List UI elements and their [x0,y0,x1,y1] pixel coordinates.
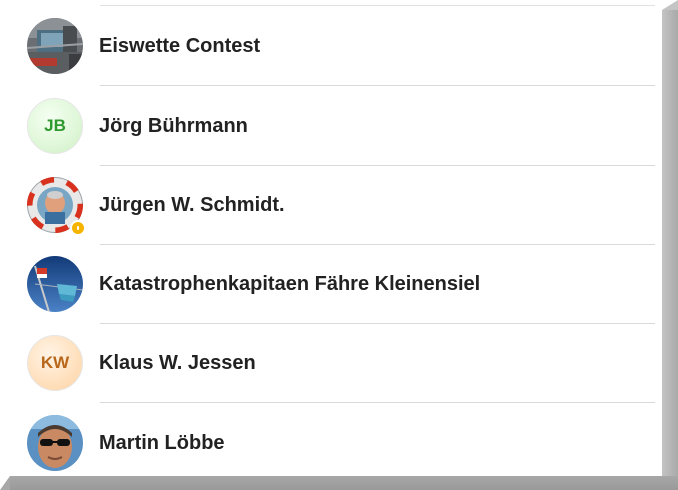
window-shadow-bottom [10,476,678,490]
contact-item[interactable]: KW Klaus W. Jessen [0,323,662,403]
contact-item[interactable]: Martin Löbbe [0,403,662,476]
away-status-icon [70,220,86,236]
contact-name: Jürgen W. Schmidt. [99,194,285,216]
window-shadow-right [662,10,678,490]
contact-item[interactable]: JB Jörg Bührmann [0,86,662,166]
contact-item[interactable]: Eiswette Contest [0,6,662,86]
contact-name: Eiswette Contest [99,35,261,57]
sunglasses-portrait-photo-avatar [27,415,83,471]
contact-name: Klaus W. Jessen [99,352,256,374]
window-shadow-corner [662,0,678,10]
ship-mast-flag-photo-avatar [27,256,83,312]
initials-avatar: JB [27,98,83,154]
contact-item[interactable]: Katastrophenkapitaen Fähre Kleinensiel [0,244,662,324]
contact-name: Katastrophenkapitaen Fähre Kleinensiel [99,273,481,295]
contact-list: Eiswette Contest JB Jörg Bührmann Jürgen… [0,0,662,476]
window-shadow-corner [0,476,10,490]
contact-name: Jörg Bührmann [99,115,248,137]
initials-avatar: KW [27,335,83,391]
harbor-photo-avatar [27,18,83,74]
contact-list-window: Eiswette Contest JB Jörg Bührmann Jürgen… [0,0,678,490]
contact-name: Martin Löbbe [99,432,225,454]
contact-item[interactable]: Jürgen W. Schmidt. [0,165,662,245]
